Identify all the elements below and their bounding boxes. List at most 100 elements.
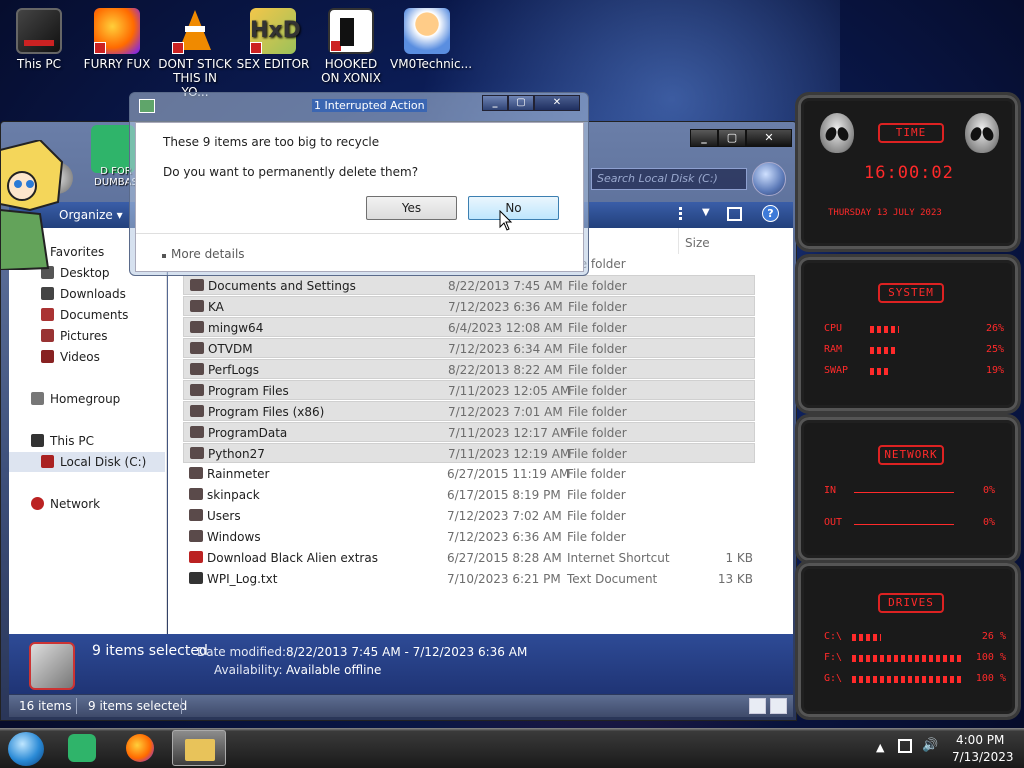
desktop-icon-label: VM0Technic... [390,57,473,71]
file-row[interactable]: Rainmeter 6/27/2015 11:19 AM File folder [183,464,755,484]
network-tray-icon[interactable] [898,739,912,753]
file-type: File folder [568,405,627,419]
nav-pictures[interactable]: Pictures [9,326,165,346]
folder-icon [190,279,204,291]
file-row[interactable]: Python27 7/11/2023 12:19 AM File folder [183,443,755,463]
dialog-message-heading: These 9 items are too big to recycle [163,135,380,149]
organize-button[interactable]: Organize ▾ [59,208,123,222]
taskbar-firefox[interactable] [122,732,158,764]
desktop-icon-xonix[interactable]: HOOKED ON XONIX [314,8,388,85]
file-row[interactable]: WPI_Log.txt 7/10/2023 6:21 PM Text Documen… [183,569,755,589]
file-date: 7/11/2023 12:17 AM [448,426,571,440]
delete-confirmation-dialog[interactable]: 1 Interrupted Action _ ▢ ✕ These 9 items… [129,92,589,276]
file-row[interactable]: mingw64 6/4/2023 12:08 AM File folder [183,317,755,337]
file-size: 1 KB [725,551,753,565]
file-row[interactable]: Download Black Alien extras 6/27/2015 8:2… [183,548,755,568]
status-divider [181,698,182,714]
folder-icon [189,509,203,521]
dialog-message-question: Do you want to permanently delete them? [163,165,419,179]
desktop-icon-hxd[interactable]: HxD SEX EDITOR [236,8,310,71]
folder-icon [190,363,204,375]
views-dropdown-icon[interactable]: ▼ [702,207,710,218]
file-type: File folder [568,384,627,398]
search-icon[interactable] [752,162,786,196]
file-date: 7/11/2023 12:05 AM [448,384,571,398]
more-details-link[interactable]: More details [171,247,245,261]
gadget-clock: 16:00:02 [864,163,954,183]
large-icons-view-icon[interactable] [770,698,787,714]
nav-downloads[interactable]: Downloads [9,284,165,304]
file-row[interactable]: Documents and Settings 8/22/2013 7:45 AM F… [183,275,755,295]
volume-icon[interactable]: 🔊 [922,738,938,753]
close-button[interactable]: ✕ [746,129,792,147]
file-name: ProgramData [208,426,288,440]
drives-gadget[interactable]: DRIVES C:\ 26 % F:\ 100 % G:\ 100 % [795,560,1021,720]
dialog-minimize-button[interactable]: _ [482,95,508,111]
file-row[interactable]: Program Files (x86) 7/12/2023 7:01 AM File… [183,401,755,421]
file-row[interactable]: ProgramData 7/11/2023 12:17 AM File folder [183,422,755,442]
nav-videos[interactable]: Videos [9,347,165,367]
taskbar-file-explorer[interactable] [172,730,226,766]
network-in-value: 0% [983,485,996,496]
details-view-icon[interactable] [749,698,766,714]
views-icon[interactable] [677,206,691,220]
desktop-icon-this-pc[interactable]: This PC [2,8,76,71]
no-button[interactable]: No [468,196,559,220]
file-row[interactable]: Users 7/12/2023 7:02 AM File folder [183,506,755,526]
file-row[interactable]: PerfLogs 8/22/2013 8:22 AM File folder [183,359,755,379]
desktop-icon-label: SEX EDITOR [236,57,310,71]
file-row[interactable]: KA 7/12/2023 6:36 AM File folder [183,296,755,316]
expand-icon[interactable] [162,254,166,258]
network-gadget[interactable]: NETWORK IN 0% OUT 0% [795,414,1021,564]
taskbar-clock-time[interactable]: 4:00 PM [956,733,1004,747]
file-type: File folder [567,509,626,523]
nav-homegroup[interactable]: Homegroup [9,389,165,409]
taskbar-clock-date[interactable]: 7/13/2023 [952,750,1014,764]
dialog-close-button[interactable]: ✕ [534,95,580,111]
file-type: File folder [567,530,626,544]
network-icon [31,497,44,510]
yes-button[interactable]: Yes [366,196,457,220]
file-name: PerfLogs [208,363,260,377]
drive-usage-bar [852,676,964,683]
file-name: skinpack [207,488,260,502]
nav-local-disk[interactable]: Local Disk (C:) [9,452,165,472]
mouse-pointer-icon [499,210,513,231]
selected-count: 9 items selected [88,699,188,713]
dialog-maximize-button[interactable]: ▢ [508,95,534,111]
file-date: 6/4/2023 12:08 AM [448,321,563,335]
file-size: 13 KB [717,572,753,586]
file-row[interactable]: skinpack 6/17/2015 8:19 PM File folder [183,485,755,505]
file-type: File folder [568,363,627,377]
availability-value: Available offline [286,663,382,677]
taskbar-notes-app[interactable] [64,732,100,764]
preview-pane-icon[interactable] [727,207,742,221]
column-header-size[interactable]: Size [678,228,758,254]
computer-icon [31,434,44,447]
nav-documents[interactable]: Documents [9,305,165,325]
system-gadget[interactable]: SYSTEM CPU 26% RAM 25% SWAP 19% [795,254,1021,414]
nav-this-pc[interactable]: This PC [9,431,165,451]
start-button[interactable] [8,732,44,766]
search-input[interactable]: Search Local Disk (C:) [591,168,747,190]
documents-folder-icon [41,308,54,321]
folder-icon [190,321,204,333]
pictures-folder-icon [41,329,54,342]
status-bar: 16 items 9 items selected [9,695,793,717]
file-row[interactable]: OTVDM 7/12/2023 6:34 AM File folder [183,338,755,358]
time-gadget-title: TIME [878,123,944,143]
time-gadget[interactable]: TIME 16:00:02 THURSDAY 13 JULY 2023 [795,92,1021,252]
file-row[interactable]: Program Files 7/11/2023 12:05 AM File fold… [183,380,755,400]
desktop-icon-vlc[interactable]: DONT STICK THIS IN YO... [158,8,232,99]
maximize-button[interactable]: ▢ [718,129,746,147]
show-hidden-icons-icon[interactable]: ▲ [876,741,884,754]
system-metric-label: CPU [824,323,843,334]
file-row[interactable]: Windows 7/12/2023 6:36 AM File folder [183,527,755,547]
desktop-icon-vm0technic[interactable]: VM0Technic... [390,8,473,71]
desktop-icon-furry-fux[interactable]: FURRY FUX [80,8,154,71]
nav-network[interactable]: Network [9,494,165,514]
help-icon[interactable]: ? [762,205,779,222]
file-date: 7/12/2023 7:01 AM [448,405,563,419]
date-modified-value: 8/22/2013 7:45 AM - 7/12/2023 6:36 AM [286,645,528,659]
minimize-button[interactable]: _ [690,129,718,147]
